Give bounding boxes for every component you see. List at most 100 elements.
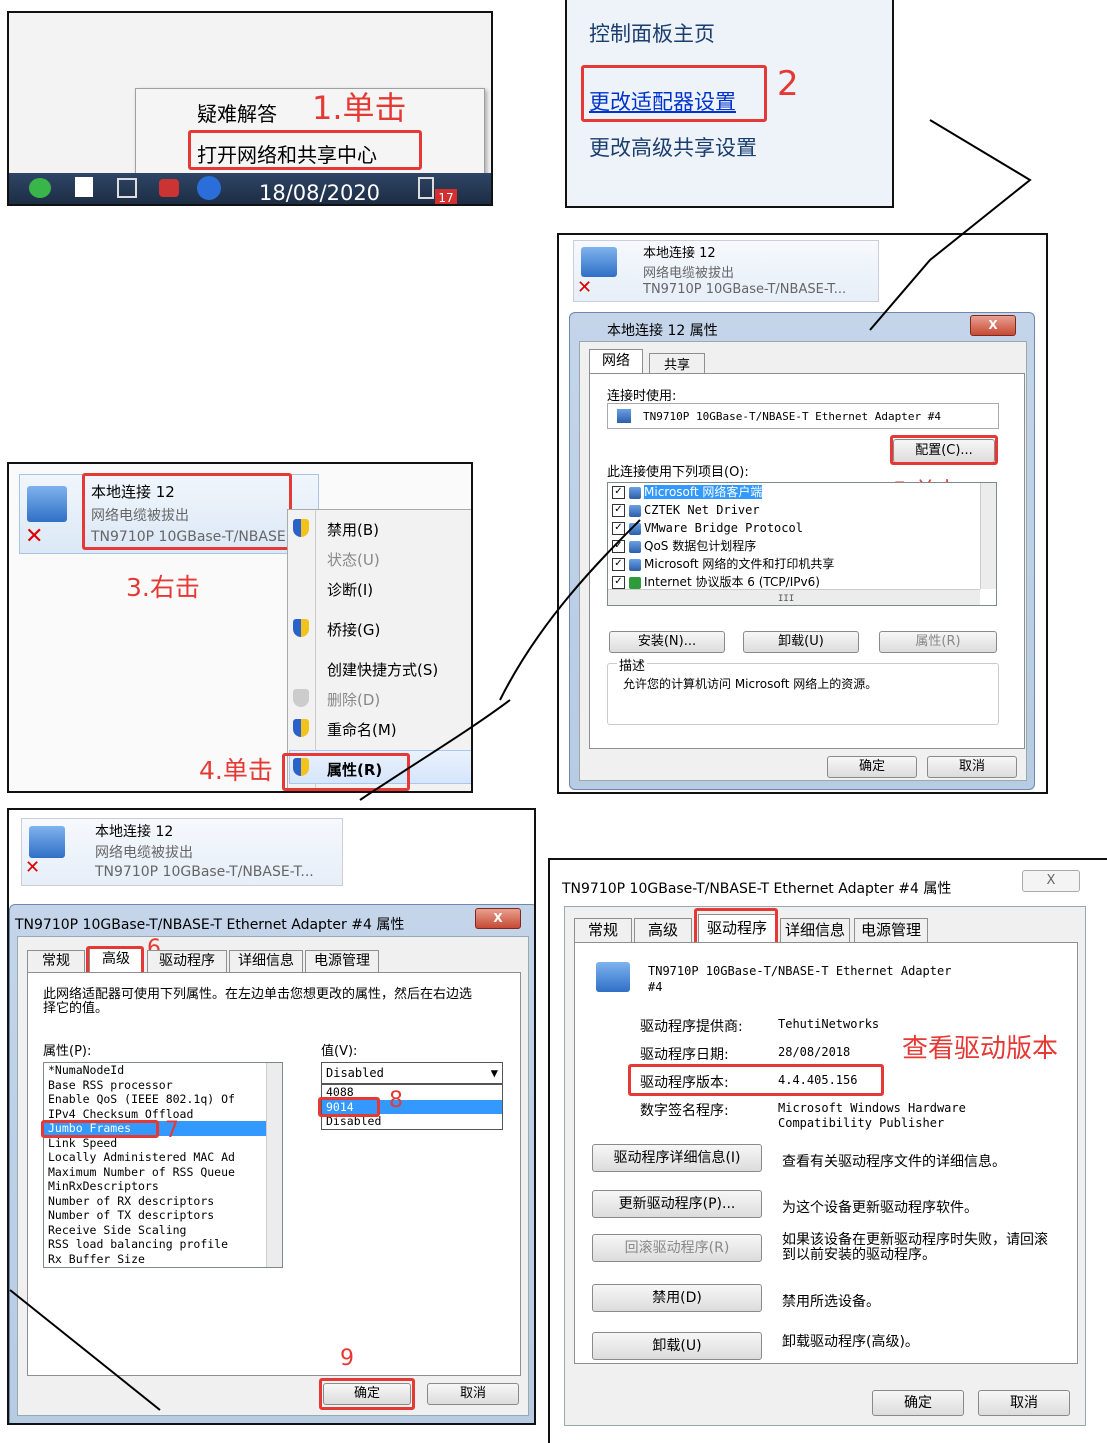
uninstall-driver-button[interactable]: 卸载(U) bbox=[592, 1332, 762, 1360]
protocol-icon bbox=[629, 522, 641, 535]
tab-network[interactable]: 网络 bbox=[589, 349, 643, 373]
network-adapter-icon bbox=[29, 826, 65, 858]
dialog-title: 本地连接 12 属性 bbox=[607, 323, 718, 339]
field-date-label: 驱动程序日期: bbox=[640, 1047, 729, 1063]
close-button[interactable]: X bbox=[1022, 870, 1080, 892]
update-driver-button[interactable]: 更新驱动程序(P)... bbox=[592, 1190, 762, 1218]
value-select[interactable]: Disabled ▼ bbox=[321, 1062, 503, 1084]
list-item[interactable]: Enable QoS (IEEE 802.1q) Of bbox=[44, 1092, 282, 1107]
adapter-field-value: TN9710P 10GBase-T/NBASE-T Ethernet Adapt… bbox=[643, 410, 942, 423]
checkbox-icon[interactable]: ✓ bbox=[612, 504, 625, 517]
service-icon bbox=[629, 540, 641, 553]
menu-item-troubleshoot[interactable]: 疑难解答 bbox=[197, 98, 277, 127]
list-item[interactable]: ✓ QoS 数据包计划程序 bbox=[608, 537, 996, 555]
uac-shield-disabled-icon bbox=[293, 689, 309, 707]
notification-icon[interactable] bbox=[418, 177, 434, 199]
checkbox-icon[interactable]: ✓ bbox=[612, 576, 625, 589]
cancel-button[interactable]: 取消 bbox=[978, 1390, 1070, 1416]
annotation-step4: 4.单击 bbox=[199, 756, 273, 785]
cancel-button[interactable]: 取消 bbox=[427, 1383, 519, 1405]
annotation-step8: 8 bbox=[389, 1088, 403, 1113]
uac-shield-icon bbox=[293, 719, 309, 737]
list-item[interactable]: MinRxDescriptors bbox=[44, 1179, 282, 1194]
list-item[interactable]: ✓ Microsoft 网络的文件和打印机共享 bbox=[608, 555, 996, 573]
list-item[interactable]: ✓ Microsoft 网络客户端 bbox=[608, 483, 996, 501]
value-select-text: Disabled bbox=[326, 1066, 384, 1080]
list-item[interactable]: *NumaNodeId bbox=[44, 1063, 282, 1078]
menu-bridge[interactable]: 桥接(G) bbox=[327, 619, 380, 640]
clock-date[interactable]: 18/08/2020 bbox=[259, 181, 380, 204]
menu-rename[interactable]: 重命名(M) bbox=[327, 719, 397, 740]
link-change-advanced-sharing[interactable]: 更改高级共享设置 bbox=[589, 132, 757, 162]
action-center-flag-icon[interactable] bbox=[75, 177, 93, 197]
checkbox-icon[interactable]: ✓ bbox=[612, 540, 625, 553]
vertical-scrollbar[interactable] bbox=[266, 1063, 282, 1267]
network-adapter-icon bbox=[596, 962, 630, 992]
list-item[interactable]: RSS load balancing profile bbox=[44, 1237, 282, 1252]
annotation-step1: 1.单击 bbox=[312, 89, 407, 127]
property-list[interactable]: *NumaNodeId Base RSS processor Enable Qo… bbox=[43, 1062, 283, 1268]
disable-device-button[interactable]: 禁用(D) bbox=[592, 1284, 762, 1312]
field-provider-label: 驱动程序提供商: bbox=[640, 1019, 743, 1035]
tab-power[interactable]: 电源管理 bbox=[305, 950, 379, 972]
description-group bbox=[607, 663, 999, 725]
ok-button[interactable]: 确定 bbox=[872, 1390, 964, 1416]
list-item[interactable]: Base RSS processor bbox=[44, 1078, 282, 1093]
shield-tray-icon[interactable] bbox=[197, 176, 221, 200]
tab-sharing[interactable]: 共享 bbox=[649, 353, 705, 373]
volume-muted-icon[interactable] bbox=[159, 179, 179, 197]
list-item[interactable]: Rx Buffer Size bbox=[44, 1252, 282, 1267]
tab-details[interactable]: 详细信息 bbox=[229, 950, 303, 972]
list-item[interactable]: Locally Administered MAC Ad bbox=[44, 1150, 282, 1165]
list-item[interactable]: Number of RX descriptors bbox=[44, 1194, 282, 1209]
uninstall-button[interactable]: 卸载(U) bbox=[743, 631, 859, 653]
components-list[interactable]: ✓ Microsoft 网络客户端 ✓ CZTEK Net Driver ✓ VMwa… bbox=[607, 482, 997, 606]
checkbox-icon[interactable]: ✓ bbox=[612, 558, 625, 571]
close-button[interactable]: X bbox=[970, 315, 1016, 336]
rollback-driver-button[interactable]: 回滚驱动程序(R) bbox=[592, 1234, 762, 1262]
tab-details[interactable]: 详细信息 bbox=[780, 918, 850, 942]
annotation-step2: 2 bbox=[777, 64, 799, 104]
menu-create-shortcut[interactable]: 创建快捷方式(S) bbox=[327, 659, 438, 680]
list-item[interactable]: IPv4 Checksum Offload bbox=[44, 1107, 282, 1122]
checkbox-icon[interactable]: ✓ bbox=[612, 522, 625, 535]
tab-driver[interactable]: 驱动程序 bbox=[147, 950, 227, 972]
uninstall-driver-desc: 卸载驱动程序(高级)。 bbox=[782, 1334, 919, 1350]
tab-advanced[interactable]: 高级 bbox=[634, 918, 692, 942]
item-properties-button[interactable]: 属性(R) bbox=[879, 631, 997, 653]
list-item[interactable]: Receive Side Scaling bbox=[44, 1223, 282, 1238]
menu-status[interactable]: 状态(U) bbox=[327, 549, 380, 570]
tab-general[interactable]: 常规 bbox=[574, 918, 632, 942]
list-item[interactable]: Maximum Number of RSS Queue bbox=[44, 1165, 282, 1180]
adapter-menu-items: 禁用(B) 状态(U) 诊断(I) 桥接(G) 创建快捷方式(S) 删除(D) … bbox=[287, 514, 471, 791]
menu-disable[interactable]: 禁用(B) bbox=[327, 519, 379, 540]
vertical-scrollbar[interactable] bbox=[980, 483, 996, 589]
close-button[interactable]: X bbox=[475, 908, 521, 929]
list-item[interactable]: ✓ VMware Bridge Protocol bbox=[608, 519, 996, 537]
link-control-panel-home[interactable]: 控制面板主页 bbox=[589, 18, 715, 48]
cancel-button[interactable]: 取消 bbox=[927, 756, 1017, 778]
description-label: 描述 bbox=[617, 655, 648, 674]
menu-diagnose[interactable]: 诊断(I) bbox=[327, 579, 373, 600]
tab-power[interactable]: 电源管理 bbox=[854, 918, 928, 942]
driver-details-button[interactable]: 驱动程序详细信息(I) bbox=[592, 1144, 762, 1172]
highlight-driver-version bbox=[628, 1064, 884, 1096]
service-icon bbox=[629, 558, 641, 571]
adapter-device: TN9710P 10GBase-T/NBASE-T... bbox=[643, 282, 847, 297]
wechat-icon[interactable] bbox=[29, 178, 51, 198]
checkbox-icon[interactable]: ✓ bbox=[612, 486, 625, 499]
tab-general[interactable]: 常规 bbox=[27, 950, 85, 972]
field-date-value: 28/08/2018 bbox=[778, 1045, 851, 1059]
ok-button[interactable]: 确定 bbox=[827, 756, 917, 778]
list-item[interactable]: Number of TX descriptors bbox=[44, 1208, 282, 1223]
items-label: 此连接使用下列项目(O): bbox=[607, 465, 749, 480]
install-button[interactable]: 安装(N)... bbox=[609, 631, 725, 653]
field-provider-value: TehutiNetworks bbox=[778, 1017, 880, 1031]
list-item[interactable]: ✓ CZTEK Net Driver bbox=[608, 501, 996, 519]
chevron-down-icon: ▼ bbox=[490, 1066, 498, 1080]
dialog-title: TN9710P 10GBase-T/NBASE-T Ethernet Adapt… bbox=[15, 917, 405, 933]
uac-shield-icon bbox=[293, 519, 309, 537]
field-signer-value: Microsoft Windows Hardware bbox=[778, 1101, 966, 1115]
network-tray-icon[interactable] bbox=[117, 178, 137, 198]
menu-delete[interactable]: 删除(D) bbox=[327, 689, 380, 710]
